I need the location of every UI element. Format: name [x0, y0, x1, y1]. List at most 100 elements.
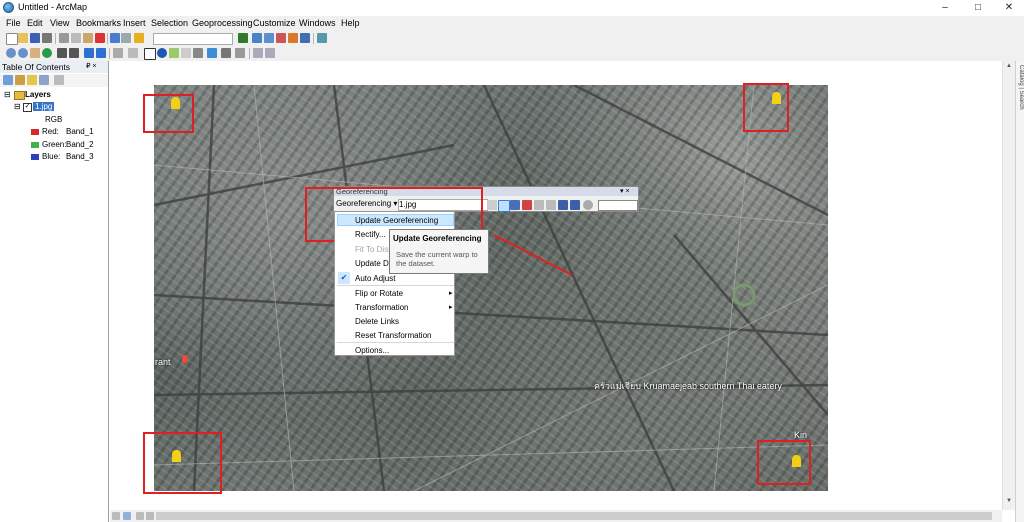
- georeferencing-toolbar-close[interactable]: ▾ ×: [620, 187, 630, 195]
- layout-view-icon[interactable]: [112, 512, 120, 520]
- identify-icon[interactable]: [157, 48, 167, 58]
- clear-selection-icon[interactable]: [128, 48, 138, 58]
- time-slider-icon[interactable]: [253, 48, 263, 58]
- vertical-scrollbar[interactable]: ▲ ▼: [1002, 61, 1016, 510]
- horizontal-scroll-thumb[interactable]: [156, 512, 992, 520]
- pause-drawing-icon[interactable]: [146, 512, 154, 520]
- catalog-search-tabs[interactable]: Catalog | Search: [1017, 65, 1024, 145]
- copy-icon[interactable]: [71, 33, 81, 43]
- menu-geoprocessing[interactable]: Geoprocessing: [192, 18, 253, 28]
- fixed-zoom-out-icon[interactable]: [69, 48, 79, 58]
- catalog-window-icon[interactable]: [264, 33, 274, 43]
- map-scale-dropdown[interactable]: [153, 33, 233, 45]
- satellite-image[interactable]: rant ครัวแม่เจียบ Kruamaejeab southern T…: [154, 85, 828, 491]
- toc-options-icon[interactable]: [54, 75, 64, 85]
- menu-rectify[interactable]: Rectify...: [355, 230, 386, 239]
- layer-expand-icon[interactable]: ⊟: [14, 102, 21, 111]
- find-route-icon[interactable]: [221, 48, 231, 58]
- redo-icon[interactable]: [121, 33, 131, 43]
- measure-icon[interactable]: [193, 48, 203, 58]
- menu-delete-links[interactable]: Delete Links: [355, 317, 399, 326]
- python-window-icon[interactable]: [300, 33, 310, 43]
- pushpin-icon[interactable]: [172, 450, 181, 462]
- pan-hand-icon[interactable]: [30, 48, 40, 58]
- delete-icon[interactable]: [95, 33, 105, 43]
- zoom-to-link-icon[interactable]: [522, 200, 532, 210]
- menu-reset-transformation[interactable]: Reset Transformation: [355, 331, 431, 340]
- list-by-drawing-order-icon[interactable]: [3, 75, 13, 85]
- toc-pin-close[interactable]: ₽ ×: [86, 62, 97, 70]
- full-extent-icon[interactable]: [42, 48, 52, 58]
- menu-flip-or-rotate[interactable]: Flip or Rotate: [355, 289, 403, 298]
- menu-customize[interactable]: Customize: [253, 18, 296, 28]
- print-icon[interactable]: [42, 33, 52, 43]
- arctoolbox-icon[interactable]: [288, 33, 298, 43]
- menu-selection[interactable]: Selection: [151, 18, 188, 28]
- menu-file[interactable]: File: [6, 18, 21, 28]
- undo-icon[interactable]: [110, 33, 120, 43]
- maximize-button[interactable]: □: [963, 0, 993, 15]
- search-window-icon[interactable]: [276, 33, 286, 43]
- model-builder-icon[interactable]: [317, 33, 327, 43]
- rotate-icon[interactable]: [487, 200, 497, 210]
- find-icon[interactable]: [207, 48, 217, 58]
- open-folder-icon[interactable]: [18, 33, 28, 43]
- menu-auto-adjust[interactable]: Auto Adjust: [355, 274, 395, 283]
- html-popup-icon[interactable]: [181, 48, 191, 58]
- table-of-contents-window-icon[interactable]: [252, 33, 262, 43]
- menu-windows[interactable]: Windows: [299, 18, 336, 28]
- save-icon[interactable]: [30, 33, 40, 43]
- editor-toolbar-icon[interactable]: [238, 33, 248, 43]
- delete-link-icon[interactable]: [534, 200, 544, 210]
- zoom-out-icon[interactable]: [18, 48, 28, 58]
- right-dock-tabs[interactable]: Catalog | Search: [1015, 61, 1024, 522]
- list-by-source-icon[interactable]: [15, 75, 25, 85]
- scroll-down-icon[interactable]: ▼: [1006, 498, 1012, 504]
- menu-view[interactable]: View: [50, 18, 69, 28]
- menu-bookmarks[interactable]: Bookmarks: [76, 18, 121, 28]
- list-by-visibility-icon[interactable]: [27, 75, 37, 85]
- pushpin-icon[interactable]: [171, 97, 180, 109]
- horizontal-scrollbar[interactable]: [110, 510, 1002, 522]
- pushpin-icon[interactable]: [792, 455, 801, 467]
- select-elements-arrow-icon[interactable]: [144, 48, 156, 60]
- fixed-zoom-in-icon[interactable]: [57, 48, 67, 58]
- forward-extent-icon[interactable]: [96, 48, 106, 58]
- view-link-table-icon[interactable]: [558, 200, 568, 210]
- menu-help[interactable]: Help: [341, 18, 360, 28]
- auto-registration-icon[interactable]: [570, 200, 580, 210]
- select-link-icon[interactable]: [510, 200, 520, 210]
- close-button[interactable]: ✕: [994, 0, 1024, 15]
- green-band-name: Band_2: [66, 140, 94, 149]
- select-features-icon[interactable]: [113, 48, 123, 58]
- menu-insert[interactable]: Insert: [123, 18, 146, 28]
- menu-transformation[interactable]: Transformation: [355, 303, 409, 312]
- add-control-points-icon[interactable]: [498, 200, 510, 212]
- go-to-xy-icon[interactable]: [235, 48, 245, 58]
- layers-expand-icon[interactable]: ⊟: [4, 90, 11, 99]
- add-data-icon[interactable]: [134, 33, 144, 43]
- scroll-up-icon[interactable]: ▲: [1006, 63, 1012, 69]
- back-extent-icon[interactable]: [84, 48, 94, 58]
- menu-update-georeferencing[interactable]: Update Georeferencing: [355, 216, 438, 225]
- cut-icon[interactable]: [59, 33, 69, 43]
- effects-icon[interactable]: [583, 200, 593, 210]
- hyperlink-icon[interactable]: [169, 48, 179, 58]
- create-viewer-window-icon[interactable]: [265, 48, 275, 58]
- layer-visibility-checkbox[interactable]: ✓: [23, 103, 32, 112]
- data-view-icon[interactable]: [123, 512, 131, 520]
- layers-group-label[interactable]: Layers: [25, 90, 51, 99]
- menu-separator: [337, 342, 454, 343]
- georef-input-box[interactable]: [598, 200, 638, 211]
- menu-options[interactable]: Options...: [355, 346, 389, 355]
- menu-edit[interactable]: Edit: [27, 18, 43, 28]
- refresh-view-icon[interactable]: [136, 512, 144, 520]
- paste-icon[interactable]: [83, 33, 93, 43]
- viewer-icon[interactable]: [546, 200, 556, 210]
- list-by-selection-icon[interactable]: [39, 75, 49, 85]
- zoom-in-icon[interactable]: [6, 48, 16, 58]
- layer-name[interactable]: 1.jpg: [33, 102, 55, 111]
- minimize-button[interactable]: –: [930, 0, 960, 15]
- pushpin-icon[interactable]: [772, 92, 781, 104]
- new-document-icon[interactable]: [6, 33, 18, 45]
